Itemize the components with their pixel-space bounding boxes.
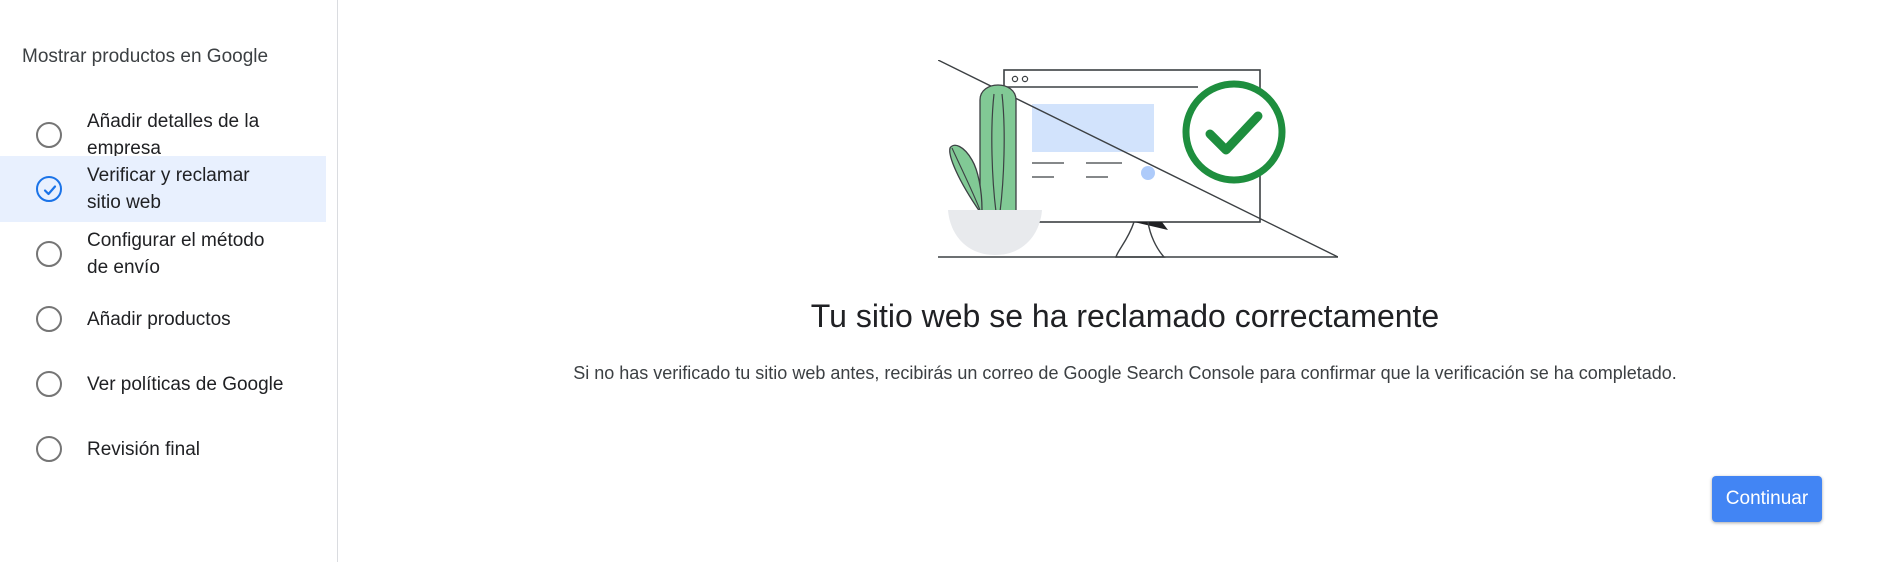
empty-circle-icon	[36, 241, 62, 267]
step-google-policies[interactable]: Ver políticas de Google	[0, 351, 326, 417]
continue-button[interactable]: Continuar	[1712, 476, 1822, 522]
step-add-products[interactable]: Añadir productos	[0, 286, 326, 352]
empty-circle-icon	[36, 306, 62, 332]
empty-circle-icon	[36, 371, 62, 397]
step-label: Revisión final	[87, 438, 200, 460]
website-verified-illustration	[938, 60, 1338, 258]
main-content: Tu sitio web se ha reclamado correctamen…	[338, 0, 1878, 562]
success-headline: Tu sitio web se ha reclamado correctamen…	[810, 298, 1440, 334]
success-description: Si no has verificado tu sitio web antes,…	[573, 363, 1677, 383]
step-verify-website[interactable]: Verificar y reclamar sitio web	[0, 156, 326, 222]
step-label: Añadir productos	[87, 308, 231, 330]
empty-circle-icon	[36, 122, 62, 148]
step-final-review[interactable]: Revisión final	[0, 416, 326, 482]
setup-sidebar: Mostrar productos en Google Añadir detal…	[0, 0, 338, 562]
sidebar-title: Mostrar productos en Google	[22, 46, 269, 67]
step-label: Configurar el método de envío	[87, 230, 265, 278]
empty-circle-icon	[36, 436, 62, 462]
check-circle-icon	[36, 176, 62, 202]
step-label: Ver políticas de Google	[87, 373, 284, 395]
step-label: Verificar y reclamar sitio web	[87, 165, 250, 213]
step-label: Añadir detalles de la empresa	[87, 111, 260, 159]
step-shipping-method[interactable]: Configurar el método de envío	[0, 221, 326, 287]
